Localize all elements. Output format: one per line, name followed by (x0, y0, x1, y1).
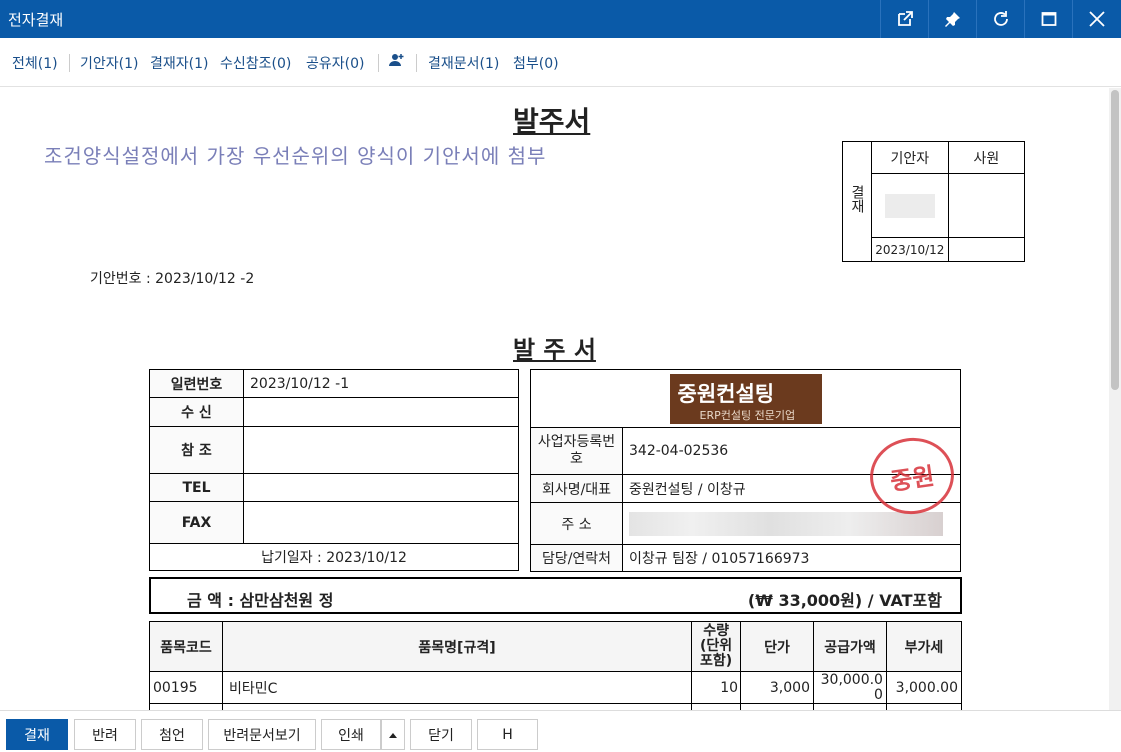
draft-number: 기안번호 : 2023/10/12 -2 (90, 271, 255, 287)
add-user-button[interactable] (389, 52, 405, 72)
col-header-supply: 공급가액 (812, 621, 887, 672)
tab-drafter[interactable]: 기안자(1) (80, 53, 138, 73)
col-header-text: 품목코드 (160, 639, 212, 656)
company-logo-cell: 중원컨설팅 ERP컨설팅 전문기업 (530, 369, 961, 428)
serial-label: 일련번호 (149, 369, 244, 398)
col-header-code: 품목코드 (149, 621, 223, 672)
signature-image (884, 193, 935, 218)
cell-code: 00195 (149, 671, 223, 704)
tab-attachment[interactable]: 첨부(0) (513, 53, 559, 73)
approval-side-label: 결재 (842, 141, 872, 262)
pin-icon (944, 12, 960, 27)
vertical-scrollbar[interactable] (1109, 88, 1121, 710)
tel-value (243, 473, 519, 502)
company-label: 회사명/대표 (530, 474, 623, 503)
col-header-text: 단가 (764, 639, 790, 656)
divider (69, 54, 70, 72)
bizno-label: 사업자등록번호 (530, 427, 623, 475)
scrollbar-thumb[interactable] (1111, 90, 1119, 390)
cell-qty: 10 (691, 671, 742, 704)
amount-korean: 금 액 : 삼만삼천원 정 (187, 591, 334, 610)
tab-approval-doc[interactable]: 결재문서(1) (428, 53, 499, 73)
view-rejected-button[interactable]: 반려문서보기 (208, 719, 316, 750)
maximize-button[interactable] (1024, 0, 1072, 38)
approval-side-text: 결재 (848, 185, 865, 213)
approval-date: 2023/10/12 (870, 237, 949, 262)
tab-approver[interactable]: 결재자(1) (150, 53, 208, 73)
reject-button[interactable]: 반려 (74, 719, 136, 750)
tab-all[interactable]: 전체(1) (12, 53, 58, 73)
contact-value: 이창규 팀장 / 01057166973 (622, 544, 961, 572)
add-user-icon (389, 54, 404, 66)
cell-price: 3,000 (740, 671, 814, 704)
approval-box: 결재 기안자 사원 2023/10/12 (842, 141, 1026, 262)
logo-subtitle: ERP컨설팅 전문기업 (699, 408, 796, 422)
fax-value (243, 501, 519, 544)
approval-tabs: 전체(1) 기안자(1) 결재자(1) 수신참조(0) 공유자(0) 결재문서(… (0, 38, 1121, 87)
col-header-price: 단가 (740, 621, 814, 672)
cell-supply: 30,000.0 0 (812, 671, 887, 704)
maximize-icon (1041, 12, 1056, 26)
col-header-text: 부가세 (904, 639, 944, 656)
col-header-vat: 부가세 (885, 621, 963, 672)
recv-value (243, 397, 519, 427)
table-row: 00195 비타민C 10 3,000 30,000.0 0 3,000.00 (149, 671, 963, 704)
ref-label: 참 조 (149, 426, 244, 474)
items-table: 품목코드 품목명[규격] 수량 (단위 포함) 단가 공급가액 부가세 0019… (149, 621, 963, 710)
address-redacted (629, 511, 943, 536)
document-title: 발주서 (513, 105, 591, 138)
close-window-button[interactable] (1072, 0, 1120, 38)
caret-up-icon (389, 732, 397, 738)
close-button[interactable]: 닫기 (410, 719, 472, 750)
po-recipient-table: 일련번호 2023/10/12 -1 수 신 참 조 TEL FAX 납기일자 … (149, 369, 519, 571)
fax-label: FAX (149, 501, 244, 544)
serial-value: 2023/10/12 -1 (243, 369, 519, 398)
amount-box: 금 액 : 삼만삼천원 정 (₩ 33,000원) / VAT포함 (149, 577, 962, 614)
h-button[interactable]: H (477, 719, 538, 750)
popout-button[interactable] (880, 0, 928, 38)
contact-label: 담당/연락처 (530, 544, 623, 572)
tab-receiver-ref[interactable]: 수신참조(0) (220, 53, 291, 73)
approval-date-empty (947, 237, 1026, 262)
ref-value (243, 426, 519, 474)
po-title: 발 주 서 (513, 336, 596, 364)
amount-numeric: (₩ 33,000원) / VAT포함 (747, 591, 942, 610)
action-bar: 결재 반려 첨언 반려문서보기 인쇄 닫기 H (0, 710, 1121, 752)
cell-name: 비타민C (221, 671, 693, 704)
print-button[interactable]: 인쇄 (321, 719, 381, 750)
comment-button[interactable]: 첨언 (141, 719, 203, 750)
col-header-text: 수량 (단위 포함) (699, 623, 733, 669)
approve-button[interactable]: 결재 (6, 719, 68, 750)
col-header-name: 품목명[규격] (221, 621, 693, 672)
pin-button[interactable] (928, 0, 976, 38)
window-title: 전자결재 (8, 11, 64, 29)
address-label: 주 소 (530, 502, 623, 545)
refresh-button[interactable] (976, 0, 1024, 38)
recv-label: 수 신 (149, 397, 244, 427)
col-header-text: 공급가액 (824, 639, 876, 656)
approval-col-drafter: 기안자 (870, 141, 949, 174)
divider (416, 54, 417, 72)
condition-note: 조건양식설정에서 가장 우선순위의 양식이 기안서에 첨부 (44, 144, 547, 168)
popout-icon (897, 11, 913, 26)
approval-sign-cell-empty (947, 173, 1026, 238)
cell-vat: 3,000.00 (885, 671, 963, 704)
approval-sign-cell (870, 173, 949, 238)
window-titlebar: 전자결재 (0, 0, 1121, 38)
col-header-text: 품목명[규격] (418, 639, 496, 656)
divider (378, 54, 379, 72)
close-icon (1088, 11, 1105, 27)
tel-label: TEL (149, 473, 244, 502)
tab-sharer[interactable]: 공유자(0) (306, 53, 364, 73)
delivery-date: 납기일자 : 2023/10/12 (149, 543, 519, 571)
company-logo: 중원컨설팅 ERP컨설팅 전문기업 (669, 373, 822, 424)
col-header-qty: 수량 (단위 포함) (691, 621, 742, 672)
logo-title: 중원컨설팅 (677, 381, 775, 406)
approval-col-staff: 사원 (947, 141, 1026, 174)
refresh-icon (993, 11, 1008, 26)
print-options-button[interactable] (381, 719, 405, 750)
document-viewer[interactable]: 발주서 조건양식설정에서 가장 우선순위의 양식이 기안서에 첨부 결재 기안자… (0, 88, 1109, 710)
